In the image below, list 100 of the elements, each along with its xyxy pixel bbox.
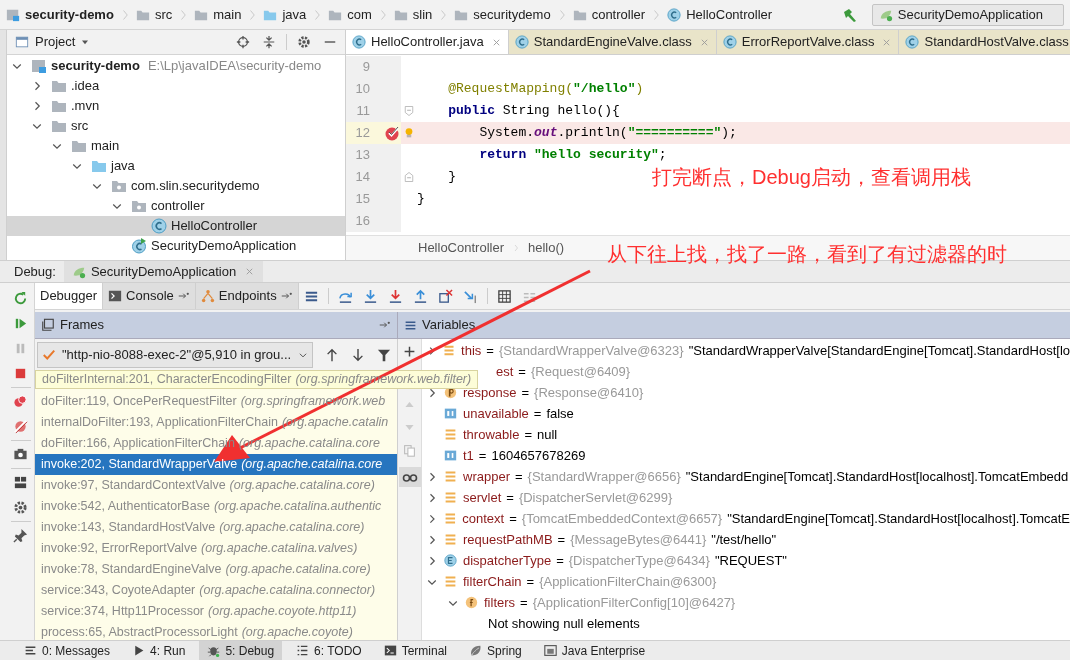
debugger-tab[interactable]: Console: [103, 283, 196, 309]
variable-name: throwable: [463, 425, 520, 444]
class-icon: [151, 218, 167, 234]
field-icon: [444, 533, 457, 546]
collapse-all-icon[interactable]: [262, 35, 276, 49]
hammer-icon[interactable]: [841, 6, 858, 23]
editor-tab[interactable]: StandardEngineValve.class: [508, 30, 717, 54]
locate-icon[interactable]: [236, 35, 250, 49]
fold-marker-icon[interactable]: [403, 171, 415, 183]
breakpoint-icon[interactable]: [384, 125, 400, 141]
stack-frame[interactable]: invoke:143, StandardHostValve (org.apache.catalina.core): [35, 517, 397, 538]
tree-item[interactable]: com.slin.securitydemo: [7, 176, 345, 196]
debugger-tab[interactable]: Endpoints: [195, 283, 299, 309]
variable-name: servlet: [463, 488, 502, 507]
thread-dropdown[interactable]: "http-nio-8088-exec-2"@5,910 in grou...: [37, 341, 313, 368]
breadcrumb-item[interactable]: HelloController: [686, 4, 773, 25]
breadcrumb-item[interactable]: slin: [412, 4, 433, 25]
mute-breakpoints-icon[interactable]: [13, 419, 28, 434]
breadcrumb-item[interactable]: security-demo: [25, 4, 114, 25]
package-icon: [111, 178, 127, 194]
run-icon: [132, 644, 146, 657]
debugger-tab[interactable]: Debugger: [35, 283, 104, 309]
project-view-dropdown[interactable]: Project: [35, 32, 92, 52]
settings-icon[interactable]: [13, 500, 28, 515]
tool-window-button[interactable]: Spring: [461, 641, 530, 660]
fold-marker-icon[interactable]: [403, 105, 415, 117]
session-tab[interactable]: SecurityDemoApplication: [63, 261, 264, 282]
folder-icon: [51, 78, 67, 94]
code-line: public String hello(){: [447, 102, 620, 121]
camera-icon[interactable]: [13, 447, 28, 462]
tool-window-button[interactable]: 4: Run: [124, 641, 194, 660]
variable-type: {DispatcherType@6434}: [568, 551, 710, 570]
variable-name: unavailable: [463, 404, 529, 423]
tree-item[interactable]: controller: [7, 196, 345, 216]
run-configuration-dropdown[interactable]: SecurityDemoApplication: [871, 3, 1064, 26]
pin-icon[interactable]: [13, 528, 28, 543]
stack-frame[interactable]: process:65, AbstractProcessorLight (org.apache.coyote): [35, 622, 397, 643]
step-into-icon[interactable]: [362, 288, 378, 304]
breadcrumb-item[interactable]: main: [213, 4, 242, 25]
stack-frame[interactable]: invoke:542, AuthenticatorBase (org.apache.catalina.authentic: [35, 496, 397, 517]
tree-item[interactable]: .mvn: [7, 96, 345, 116]
breadcrumb-item[interactable]: HelloController: [418, 238, 504, 258]
editor-tab[interactable]: ErrorReportValve.class: [716, 30, 900, 54]
code-line: }: [447, 168, 456, 187]
breadcrumb-item[interactable]: java: [282, 4, 307, 25]
editor-tab[interactable]: HelloController.java: [346, 30, 509, 54]
tree-item[interactable]: src: [7, 116, 345, 136]
stack-frame[interactable]: invoke:97, StandardContextValve (org.apache.catalina.core): [35, 475, 397, 496]
filter-icon[interactable]: [377, 347, 391, 362]
breadcrumb-item[interactable]: securitydemo: [473, 4, 551, 25]
stack-frame[interactable]: service:374, Http11Processor (org.apache.coyote.http11): [35, 601, 397, 622]
arrow-up-icon[interactable]: [325, 347, 339, 362]
stack-frame[interactable]: invoke:202, StandardWrapperValve (org.apache.catalina.core: [35, 454, 397, 475]
code-line: }: [417, 190, 425, 209]
field-icon: [444, 575, 457, 588]
settings-icon[interactable]: [297, 35, 311, 49]
line-number: 15: [354, 190, 370, 209]
code-line: System.out.println("==========");: [478, 124, 737, 143]
glasses-icon[interactable]: [398, 467, 421, 487]
tool-window-button[interactable]: Java Enterprise: [535, 641, 654, 660]
evaluate-icon[interactable]: [496, 288, 512, 304]
annotation-text: 打完断点，Debug启动，查看调用栈: [652, 165, 971, 190]
field-icon: [444, 491, 457, 504]
equals-sign: =: [514, 467, 523, 486]
breadcrumb-item[interactable]: src: [154, 4, 173, 25]
line-number: 13: [354, 146, 370, 165]
breakpoints-icon[interactable]: [13, 394, 28, 409]
arrow-down-icon[interactable]: [351, 347, 365, 362]
tool-window-button[interactable]: Terminal: [375, 641, 456, 660]
tree-item[interactable]: SecurityDemoApplication: [7, 236, 345, 256]
tree-item[interactable]: main: [7, 136, 345, 156]
resume-icon[interactable]: [13, 316, 28, 331]
tree-item[interactable]: .idea: [7, 76, 345, 96]
variable-type: {ApplicationFilterChain@6300}: [539, 572, 717, 591]
tool-window-button[interactable]: 5: Debug: [199, 641, 283, 660]
stack-frame[interactable]: service:343, CoyoteAdapter (org.apache.catalina.connector): [35, 580, 397, 601]
force-step-into-icon[interactable]: [387, 288, 403, 304]
breadcrumb-item[interactable]: com: [347, 4, 372, 25]
stack-frame[interactable]: invoke:92, ErrorReportValve (org.apache.catalina.valves): [35, 538, 397, 559]
run-to-cursor-icon[interactable]: [462, 288, 478, 304]
rerun-icon[interactable]: [13, 291, 28, 306]
panel-title: Debug:: [14, 262, 56, 281]
drop-frame-icon[interactable]: [437, 288, 453, 304]
tree-item[interactable]: HelloController: [7, 216, 345, 236]
editor-tab[interactable]: StandardHostValve.class: [899, 30, 1070, 54]
line-number: 16: [354, 212, 370, 231]
variable-value: "StandardEngine[Tomcat].StandardHost[localhost].TomcatEmbedd: [685, 467, 1069, 486]
tree-item[interactable]: java: [7, 156, 345, 176]
layout-icon[interactable]: [13, 475, 28, 490]
stack-frame[interactable]: invoke:78, StandardEngineValve (org.apache.catalina.core): [35, 559, 397, 580]
field-icon: [443, 344, 456, 357]
stop-icon[interactable]: [13, 366, 28, 381]
tree-item-label[interactable]: security-demo: [51, 56, 140, 76]
equals-sign: =: [486, 341, 494, 360]
add-icon[interactable]: [403, 345, 416, 358]
tool-window-button[interactable]: 6: TODO: [288, 641, 370, 660]
step-out-icon[interactable]: [412, 288, 428, 304]
breadcrumb-item[interactable]: controller: [591, 4, 646, 25]
tool-window-button[interactable]: 0: Messages: [16, 641, 119, 660]
breadcrumb-item[interactable]: hello(): [528, 238, 565, 258]
